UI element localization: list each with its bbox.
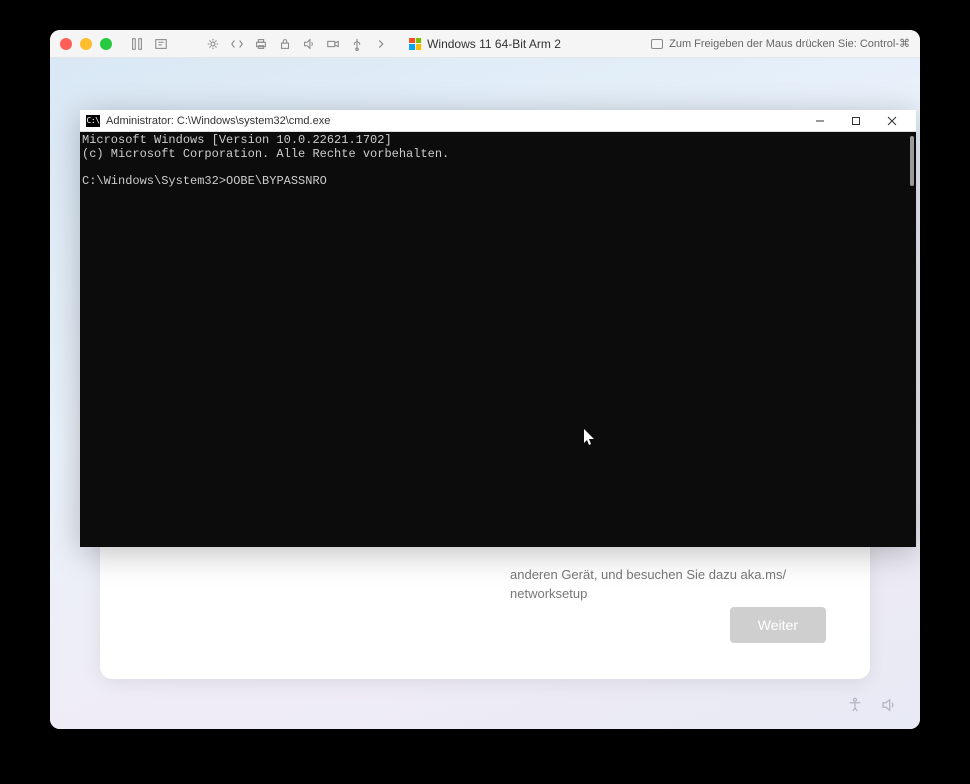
pause-icon[interactable] (130, 37, 144, 51)
maximize-button[interactable] (838, 110, 874, 132)
cmd-scrollbar-thumb[interactable] (910, 136, 914, 186)
cmd-prompt: C:\Windows\System32> (82, 174, 226, 188)
close-button[interactable] (874, 110, 910, 132)
printer-icon[interactable] (254, 37, 268, 51)
vm-toolbar-devices (206, 37, 388, 51)
cmd-terminal-body[interactable]: Microsoft Windows [Version 10.0.22621.17… (80, 132, 916, 547)
accessibility-icon[interactable] (846, 696, 864, 719)
vm-guest-display: anderen Gerät, und besuchen Sie dazu aka… (50, 58, 920, 729)
minimize-window-button[interactable] (80, 38, 92, 50)
cmd-line-copyright: (c) Microsoft Corporation. Alle Rechte v… (82, 147, 449, 161)
oobe-footer-icons (846, 696, 898, 719)
zoom-window-button[interactable] (100, 38, 112, 50)
cmd-typed-command: OOBE\BYPASSNRO (226, 174, 327, 188)
cmd-title-text: Administrator: C:\Windows\system32\cmd.e… (106, 115, 330, 127)
sound-icon[interactable] (302, 37, 316, 51)
vm-titlebar: Windows 11 64-Bit Arm 2 Zum Freigeben de… (50, 30, 920, 58)
vm-toolbar-left (130, 37, 168, 51)
oobe-help-text: anderen Gerät, und besuchen Sie dazu aka… (510, 566, 786, 604)
code-icon[interactable] (230, 37, 244, 51)
next-button[interactable]: Weiter (730, 607, 826, 643)
minimize-button[interactable] (802, 110, 838, 132)
settings-icon[interactable] (206, 37, 220, 51)
windows-logo-icon (409, 38, 421, 50)
oobe-text-line2: networksetup (510, 586, 587, 601)
traffic-lights (60, 38, 112, 50)
oobe-text-line1: anderen Gerät, und besuchen Sie dazu aka… (510, 567, 786, 582)
cmd-window-controls (802, 110, 910, 132)
lock-icon[interactable] (278, 37, 292, 51)
vm-titlebar-right: Zum Freigeben der Maus drücken Sie: Cont… (651, 37, 910, 50)
keyboard-icon (651, 39, 663, 49)
mouse-release-hint: Zum Freigeben der Maus drücken Sie: Cont… (669, 37, 910, 50)
close-window-button[interactable] (60, 38, 72, 50)
chevron-right-icon[interactable] (374, 37, 388, 51)
cmd-window[interactable]: C:\ Administrator: C:\Windows\system32\c… (80, 110, 916, 547)
mouse-cursor-icon (584, 429, 596, 447)
camera-icon[interactable] (326, 37, 340, 51)
cmd-app-icon: C:\ (86, 115, 100, 127)
vm-title: Windows 11 64-Bit Arm 2 (409, 37, 561, 51)
vm-host-window: Windows 11 64-Bit Arm 2 Zum Freigeben de… (50, 30, 920, 729)
volume-icon[interactable] (880, 696, 898, 719)
cmd-line-version: Microsoft Windows [Version 10.0.22621.17… (82, 133, 392, 147)
usb-icon[interactable] (350, 37, 364, 51)
vm-title-text: Windows 11 64-Bit Arm 2 (427, 37, 561, 51)
cmd-titlebar[interactable]: C:\ Administrator: C:\Windows\system32\c… (80, 110, 916, 132)
snapshot-icon[interactable] (154, 37, 168, 51)
